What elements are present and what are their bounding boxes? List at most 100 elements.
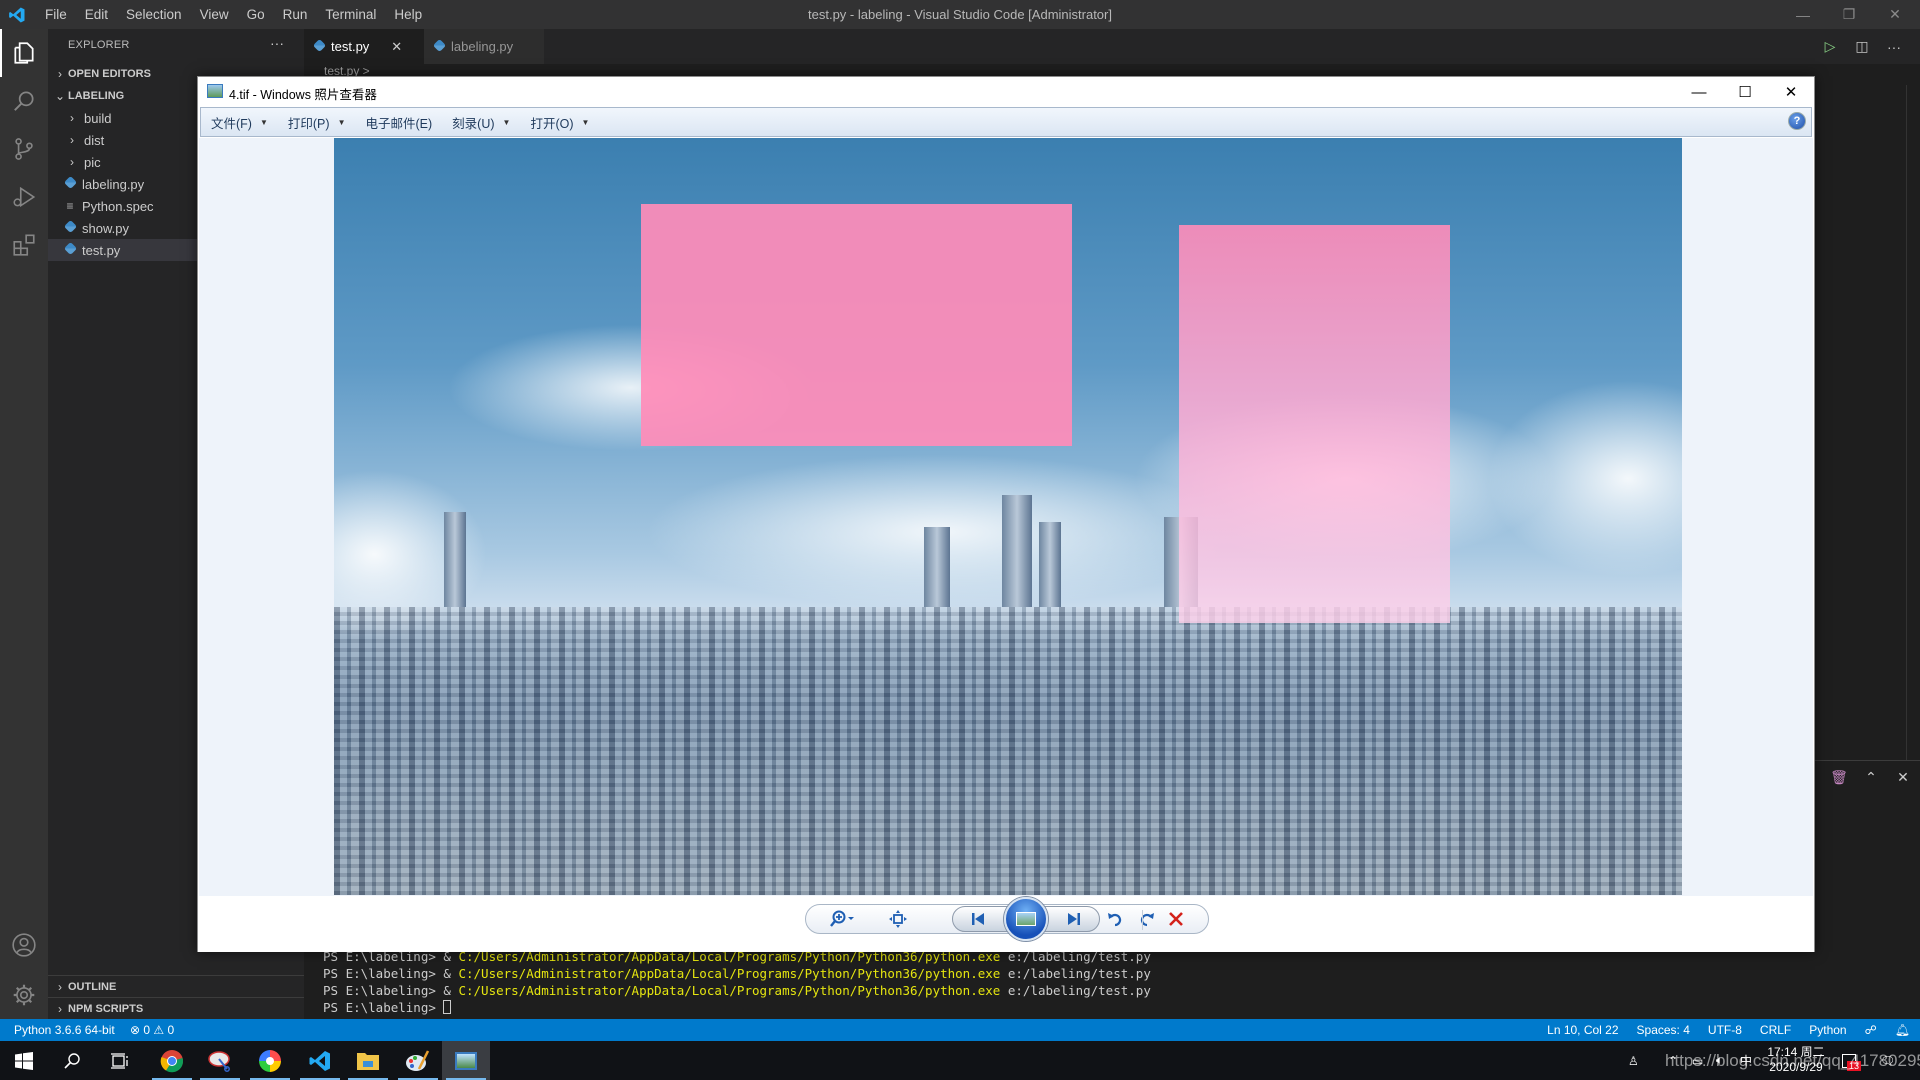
help-icon[interactable]: ?	[1788, 112, 1806, 130]
activity-manage[interactable]	[0, 971, 48, 1019]
feedback-icon[interactable]: ☍	[1865, 1023, 1877, 1037]
minimize-button[interactable]: —	[1780, 0, 1826, 29]
menu-view[interactable]: View	[191, 7, 238, 22]
taskbar-color-app[interactable]	[246, 1041, 294, 1080]
chevron-right-icon: ›	[58, 1001, 62, 1016]
vscode-logo-icon	[9, 7, 25, 23]
viewer-menu-email[interactable]: 电子邮件(E)	[355, 113, 442, 132]
terminal-cursor	[443, 1000, 452, 1014]
tree-item-label: dist	[84, 132, 105, 148]
taskbar-photo-viewer[interactable]	[442, 1041, 490, 1080]
close-panel-button[interactable]: ✕	[1890, 769, 1916, 786]
photo-viewer-toolbar	[198, 896, 1814, 952]
viewer-minimize-button[interactable]: —	[1676, 77, 1722, 107]
slideshow-icon[interactable]	[1004, 897, 1048, 941]
more-actions-button[interactable]: ···	[1878, 39, 1910, 55]
delete-icon[interactable]	[1156, 904, 1196, 934]
menu-run[interactable]: Run	[274, 7, 317, 22]
menu-help[interactable]: Help	[385, 7, 431, 22]
start-button[interactable]	[0, 1041, 48, 1080]
close-window-button[interactable]: ✕	[1872, 0, 1918, 29]
problems-indicator[interactable]: ⊗ 0 ⚠ 0	[130, 1019, 174, 1041]
activity-run-debug[interactable]	[0, 173, 48, 221]
dropdown-arrow-icon: ▼	[502, 117, 511, 127]
tab-test-py[interactable]: test.py ✕	[304, 29, 424, 64]
files-icon	[14, 42, 34, 64]
rotate-counterclockwise-icon[interactable]	[1100, 904, 1130, 934]
taskbar-paint[interactable]	[394, 1041, 442, 1080]
dropdown-arrow-icon: ▼	[581, 117, 590, 127]
encoding[interactable]: UTF-8	[1708, 1023, 1742, 1037]
tab-labeling-py[interactable]: labeling.py	[424, 29, 544, 64]
activity-extensions[interactable]	[0, 221, 48, 269]
activity-explorer[interactable]	[0, 29, 48, 77]
terminal-line: PS E:\labeling> & C:/Users/Administrator…	[323, 966, 1151, 981]
windows-logo-icon	[15, 1051, 33, 1070]
taskbar-vscode[interactable]	[296, 1041, 344, 1080]
section-outline[interactable]: › OUTLINE	[48, 975, 304, 997]
end-of-line[interactable]: CRLF	[1760, 1023, 1791, 1037]
viewer-menu-open[interactable]: 打开(O) ▼	[520, 113, 599, 132]
viewer-close-button[interactable]: ✕	[1768, 77, 1814, 107]
dropdown-arrow-icon: ▼	[259, 117, 268, 127]
kill-terminal-button[interactable]: 🗑	[1826, 769, 1852, 786]
viewer-menu-print[interactable]: 打印(P) ▼	[278, 113, 356, 132]
close-tab-icon[interactable]: ✕	[391, 39, 402, 55]
terminal-output[interactable]: PS E:\labeling> & C:/Users/Administrator…	[323, 948, 1151, 1016]
sidebar-more-button[interactable]: ···	[270, 35, 284, 51]
photo-viewer-window: 4.tif - Windows 照片查看器 — ☐ ✕ 文件(F) ▼ 打印(P)…	[197, 76, 1815, 952]
menu-file[interactable]: File	[36, 7, 76, 22]
actual-size-icon[interactable]	[878, 904, 918, 934]
activity-bar	[0, 29, 48, 1019]
status-right: Ln 10, Col 22 Spaces: 4 UTF-8 CRLF Pytho…	[1529, 1019, 1910, 1041]
photo-viewer-icon	[455, 1051, 477, 1070]
activity-search[interactable]	[0, 77, 48, 125]
python-file-icon	[432, 38, 447, 54]
maximize-panel-button[interactable]: ⌃	[1858, 769, 1884, 786]
previous-icon[interactable]	[960, 906, 996, 932]
vscode-icon	[309, 1050, 330, 1071]
snipping-tool-icon	[208, 1050, 230, 1072]
displayed-image[interactable]	[334, 138, 1682, 895]
menu-terminal[interactable]: Terminal	[316, 7, 385, 22]
tree-item-label: show.py	[82, 220, 129, 236]
section-label: OPEN EDITORS	[68, 68, 151, 80]
editor-actions: ▷ ◫ ···	[1814, 29, 1910, 64]
bell-icon[interactable]: 🔔︎	[1895, 1023, 1910, 1037]
chevron-down-icon: ⌄	[54, 89, 66, 103]
image-building	[924, 527, 950, 608]
section-label: NPM SCRIPTS	[68, 1002, 144, 1015]
activity-source-control[interactable]	[0, 125, 48, 173]
task-view-button[interactable]	[96, 1041, 144, 1080]
people-icon[interactable]: ♙	[1628, 1041, 1639, 1080]
color-wheel-icon	[259, 1049, 281, 1072]
viewer-menu-file[interactable]: 文件(F) ▼	[201, 113, 278, 132]
run-python-button[interactable]: ▷	[1814, 38, 1846, 55]
taskbar-chrome[interactable]	[148, 1041, 196, 1080]
editor-scrollbar[interactable]	[1906, 85, 1920, 765]
image-building	[1002, 495, 1032, 608]
tree-item-label: labeling.py	[82, 176, 145, 192]
next-icon[interactable]	[1056, 906, 1092, 932]
windows-taskbar: ♙ ⌃ ▭ 🔈︎ 中 17:14 周二 2020/9/29 13 🗨︎ http…	[0, 1041, 1920, 1080]
cursor-position[interactable]: Ln 10, Col 22	[1547, 1023, 1618, 1037]
dropdown-arrow-icon: ▼	[337, 117, 346, 127]
split-editor-button[interactable]: ◫	[1846, 38, 1878, 55]
menu-selection[interactable]: Selection	[117, 7, 191, 22]
viewer-menu-burn[interactable]: 刻录(U) ▼	[442, 113, 520, 132]
menu-go[interactable]: Go	[238, 7, 274, 22]
restore-button[interactable]: ❐	[1826, 0, 1872, 29]
language-mode[interactable]: Python	[1809, 1023, 1846, 1037]
indentation[interactable]: Spaces: 4	[1637, 1023, 1690, 1037]
photo-viewer-title-bar[interactable]: 4.tif - Windows 照片查看器 — ☐ ✕	[198, 77, 1814, 107]
activity-accounts[interactable]	[0, 921, 48, 969]
search-button[interactable]	[48, 1041, 96, 1080]
menu-edit[interactable]: Edit	[76, 7, 117, 22]
viewer-maximize-button[interactable]: ☐	[1722, 77, 1768, 107]
status-bar: Python 3.6.6 64-bit ⊗ 0 ⚠ 0 Ln 10, Col 2…	[0, 1019, 1920, 1041]
taskbar-snipping-tool[interactable]	[196, 1041, 244, 1080]
zoom-icon[interactable]	[823, 904, 863, 934]
python-interpreter[interactable]: Python 3.6.6 64-bit	[14, 1019, 115, 1041]
section-npm-scripts[interactable]: › NPM SCRIPTS	[48, 997, 304, 1019]
taskbar-file-explorer[interactable]	[344, 1041, 392, 1080]
